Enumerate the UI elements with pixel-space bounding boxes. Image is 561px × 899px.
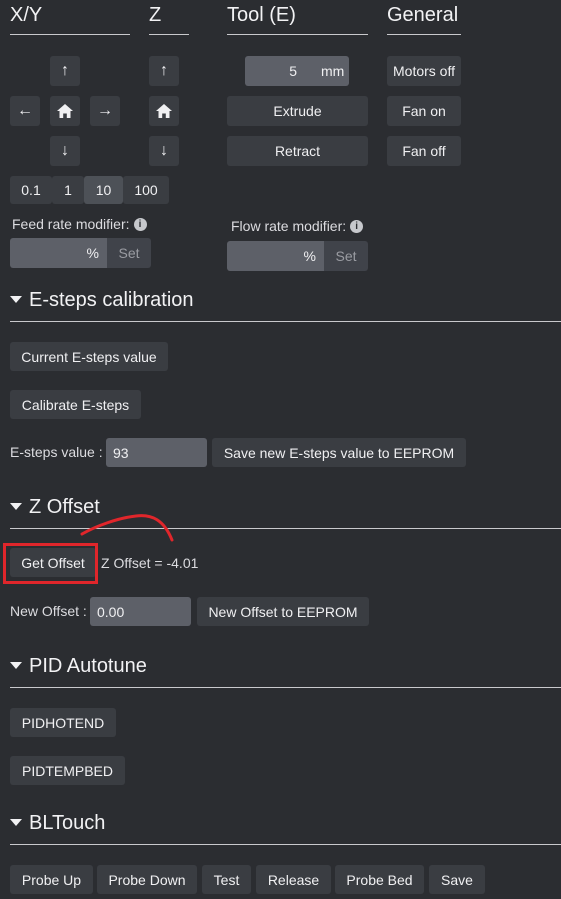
esteps-section-title: E-steps calibration [29,289,194,311]
extrude-button[interactable]: Extrude [227,96,368,126]
flow-rate-set-button[interactable]: Set [324,241,368,271]
xy-column-title: X/Y [10,4,43,26]
feed-rate-unit: % [86,245,99,261]
test-button[interactable]: Test [202,865,251,894]
caret-down-icon [10,296,22,303]
retract-button[interactable]: Retract [227,136,368,166]
xy-column-divider [10,34,130,35]
calibrate-esteps-button[interactable]: Calibrate E-steps [10,390,141,419]
flow-rate-label-text: Flow rate modifier: [231,218,347,234]
flow-rate-unit: % [303,248,316,264]
bltouch-section-title: BLTouch [29,812,106,834]
flow-rate-label: Flow rate modifier: i [231,218,364,234]
pid-hotend-button[interactable]: PIDHOTEND [10,708,116,737]
step-size-10-button[interactable]: 10 [84,176,123,204]
info-icon[interactable]: i [133,217,147,231]
home-z-button[interactable] [149,96,179,126]
extrude-amount-unit: mm [321,63,345,79]
feed-rate-input[interactable]: % [10,238,107,268]
red-annotation-stroke [80,514,174,542]
arrow-down-icon: ↓ [61,142,69,159]
arrow-down-icon: ↓ [160,142,168,159]
bltouch-section-header[interactable]: BLTouch [10,812,105,835]
esteps-section-divider [10,321,561,322]
probe-up-button[interactable]: Probe Up [10,865,93,894]
motors-off-button[interactable]: Motors off [387,56,461,86]
arrow-up-icon: ↑ [160,62,168,79]
jog-z-minus-button[interactable]: ↓ [149,136,179,166]
jog-y-minus-button[interactable]: ↓ [50,136,80,166]
step-size-0-1-button[interactable]: 0.1 [10,176,52,204]
pid-bed-button[interactable]: PIDTEMPBED [10,756,125,785]
pid-section-divider [10,687,561,688]
jog-x-plus-button[interactable]: → [90,96,120,126]
esteps-section-header[interactable]: E-steps calibration [10,289,194,312]
save-offset-button[interactable]: New Offset to EEPROM [197,597,369,626]
jog-x-minus-button[interactable]: ← [10,96,40,126]
caret-down-icon [10,662,22,669]
esteps-value-input[interactable]: 93 [106,438,207,467]
probe-down-button[interactable]: Probe Down [97,865,197,894]
tool-column-divider [227,34,368,35]
esteps-value: 93 [113,444,129,461]
step-size-1-button[interactable]: 1 [52,176,84,204]
jog-z-plus-button[interactable]: ↑ [149,56,179,86]
new-offset-value: 0.00 [97,603,125,620]
fan-off-button[interactable]: Fan off [387,136,461,166]
feed-rate-label: Feed rate modifier: i [12,216,147,232]
current-esteps-button[interactable]: Current E-steps value [10,342,168,371]
home-xy-button[interactable] [50,96,80,126]
esteps-value-label: E-steps value : [10,444,103,460]
pid-section-title: PID Autotune [29,655,147,677]
info-icon[interactable]: i [350,219,364,233]
jog-y-plus-button[interactable]: ↑ [50,56,80,86]
arrow-left-icon: ← [17,102,33,119]
extrude-amount-value: 5 [289,63,297,79]
pid-section-header[interactable]: PID Autotune [10,655,147,678]
new-offset-input[interactable]: 0.00 [90,597,191,626]
caret-down-icon [10,819,22,826]
new-offset-label: New Offset : [10,603,87,619]
extrude-amount-input[interactable]: 5 mm [245,56,349,86]
save-bltouch-button[interactable]: Save [429,865,485,894]
save-esteps-button[interactable]: Save new E-steps value to EEPROM [212,438,466,467]
z-column-divider [149,34,189,35]
feed-rate-set-button[interactable]: Set [107,238,151,268]
general-column-title: General [387,4,459,26]
fan-on-button[interactable]: Fan on [387,96,461,126]
z-column-title: Z [149,4,162,26]
step-size-100-button[interactable]: 100 [123,176,169,204]
feed-rate-label-text: Feed rate modifier: [12,216,130,232]
probe-bed-button[interactable]: Probe Bed [335,865,424,894]
release-button[interactable]: Release [256,865,331,894]
general-column-divider [387,34,461,35]
arrow-right-icon: → [97,102,113,119]
tool-column-title: Tool (E) [227,4,296,26]
arrow-up-icon: ↑ [61,62,69,79]
bltouch-section-divider [10,844,561,845]
home-icon [57,104,73,118]
zoffset-readout: Z Offset = -4.01 [101,555,199,571]
caret-down-icon [10,503,22,510]
flow-rate-input[interactable]: % [227,241,324,271]
home-icon [156,104,172,118]
red-highlight-box [3,543,98,584]
